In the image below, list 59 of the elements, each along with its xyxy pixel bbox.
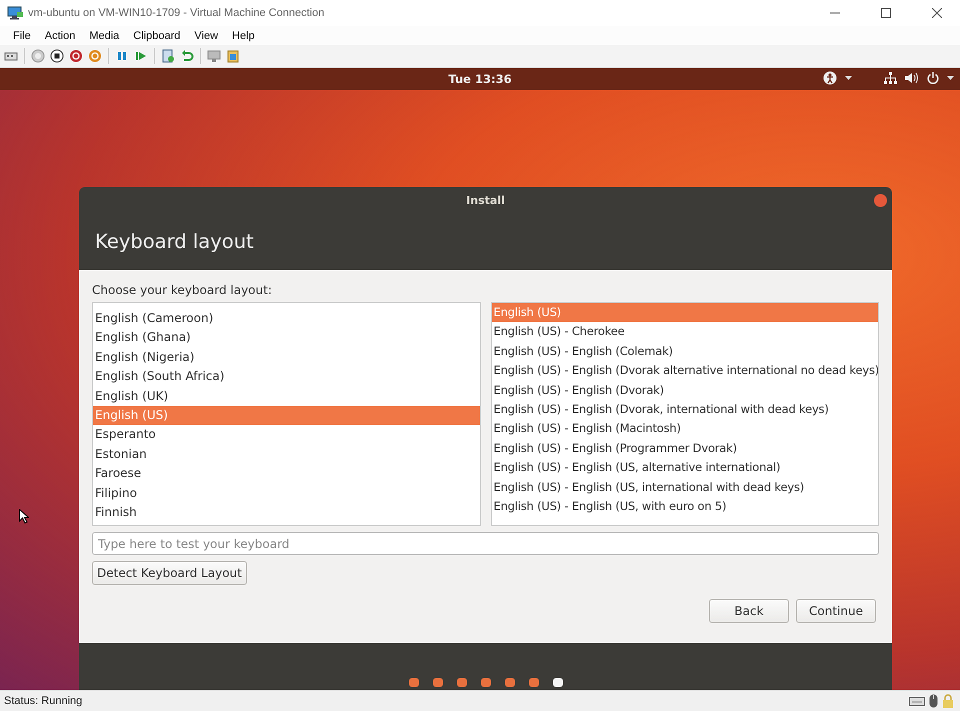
speaker-icon[interactable] <box>905 72 919 84</box>
maximize-icon <box>881 8 891 18</box>
keyboard-icon <box>909 696 925 706</box>
test-input-field[interactable]: Type here to test your keyboard <box>92 532 879 555</box>
list-item[interactable]: English (South Africa) <box>93 367 480 387</box>
list-item[interactable]: Estonian <box>93 444 480 464</box>
dialog-title: Install <box>466 194 505 206</box>
mouse-icon <box>929 694 938 708</box>
list-item[interactable]: English (US) - English (Programmer Dvorak) <box>492 438 878 458</box>
circle-icon <box>31 49 45 63</box>
list-item[interactable]: English (US) - Cherokee <box>492 322 878 342</box>
menu-item[interactable]: Media <box>82 28 126 44</box>
monitor-icon <box>207 49 221 63</box>
monitor-button[interactable] <box>206 48 222 64</box>
list-item[interactable]: English (Ghana) <box>93 328 480 348</box>
menu-item[interactable]: Clipboard <box>126 28 188 44</box>
monitor-icon <box>7 6 23 20</box>
play-icon <box>134 49 148 63</box>
list-item[interactable]: Esperanto <box>93 425 480 445</box>
list-item[interactable]: English (UK) <box>93 386 480 406</box>
list-item[interactable]: English (US) - English (US, alternative international) <box>492 458 878 478</box>
continue-button[interactable]: Continue <box>796 599 876 623</box>
list-item[interactable]: Filipino <box>93 484 480 503</box>
undo-icon <box>180 49 194 63</box>
list-item[interactable]: Finnish <box>93 502 480 522</box>
list-item[interactable]: English (Cameroon) <box>93 309 480 328</box>
list-item[interactable]: English (US) - English (Dvorak) <box>492 380 878 400</box>
document-button[interactable] <box>160 48 176 64</box>
list-item[interactable]: English (Nigeria) <box>93 348 480 368</box>
pause-icon <box>115 49 129 63</box>
lock-icon <box>942 694 954 708</box>
list-label: Choose your keyboard layout: <box>92 283 273 297</box>
status-text: Status: Running <box>4 695 84 707</box>
list-item[interactable]: English (US) - English (Colemak) <box>492 342 878 362</box>
list-item[interactable]: English (US) - English (US, international with dead keys) <box>492 478 878 497</box>
window-title: vm-ubuntu on VM-WIN10-1709 - Virtual Machine Connection <box>28 7 326 19</box>
menu-item[interactable]: Action <box>38 28 82 44</box>
list-item[interactable]: Faroese <box>93 464 480 484</box>
clock[interactable]: Tue 13:36 <box>448 72 512 86</box>
list-item[interactable]: English (US) - English (US, with euro on 5) <box>492 496 878 516</box>
stop-button[interactable] <box>49 48 65 64</box>
document-icon <box>161 49 175 63</box>
pointer-icon <box>19 509 29 524</box>
network-icon[interactable] <box>884 72 897 84</box>
caret-icon[interactable] <box>947 76 954 80</box>
list-item[interactable]: English (US) - English (Macintosh) <box>492 419 878 439</box>
close-button[interactable] <box>874 194 887 207</box>
close-icon <box>932 8 942 18</box>
menu-item[interactable]: View <box>187 28 226 44</box>
detect-layout-button[interactable]: Detect Keyboard Layout <box>92 561 247 585</box>
caret-icon[interactable] <box>845 76 852 80</box>
accessibility-icon[interactable] <box>823 71 837 85</box>
list-item[interactable]: English (US) - English (Dvorak alternative international no dead keys) <box>492 361 878 381</box>
stop-icon <box>50 49 64 63</box>
page-heading: Keyboard layout <box>95 230 254 253</box>
menu-item[interactable]: File <box>6 28 38 44</box>
menu-item[interactable]: Help <box>225 28 262 44</box>
back-button[interactable]: Back <box>709 599 789 623</box>
list-item[interactable]: English (US) - English (Dvorak, international with dead keys) <box>492 400 878 420</box>
